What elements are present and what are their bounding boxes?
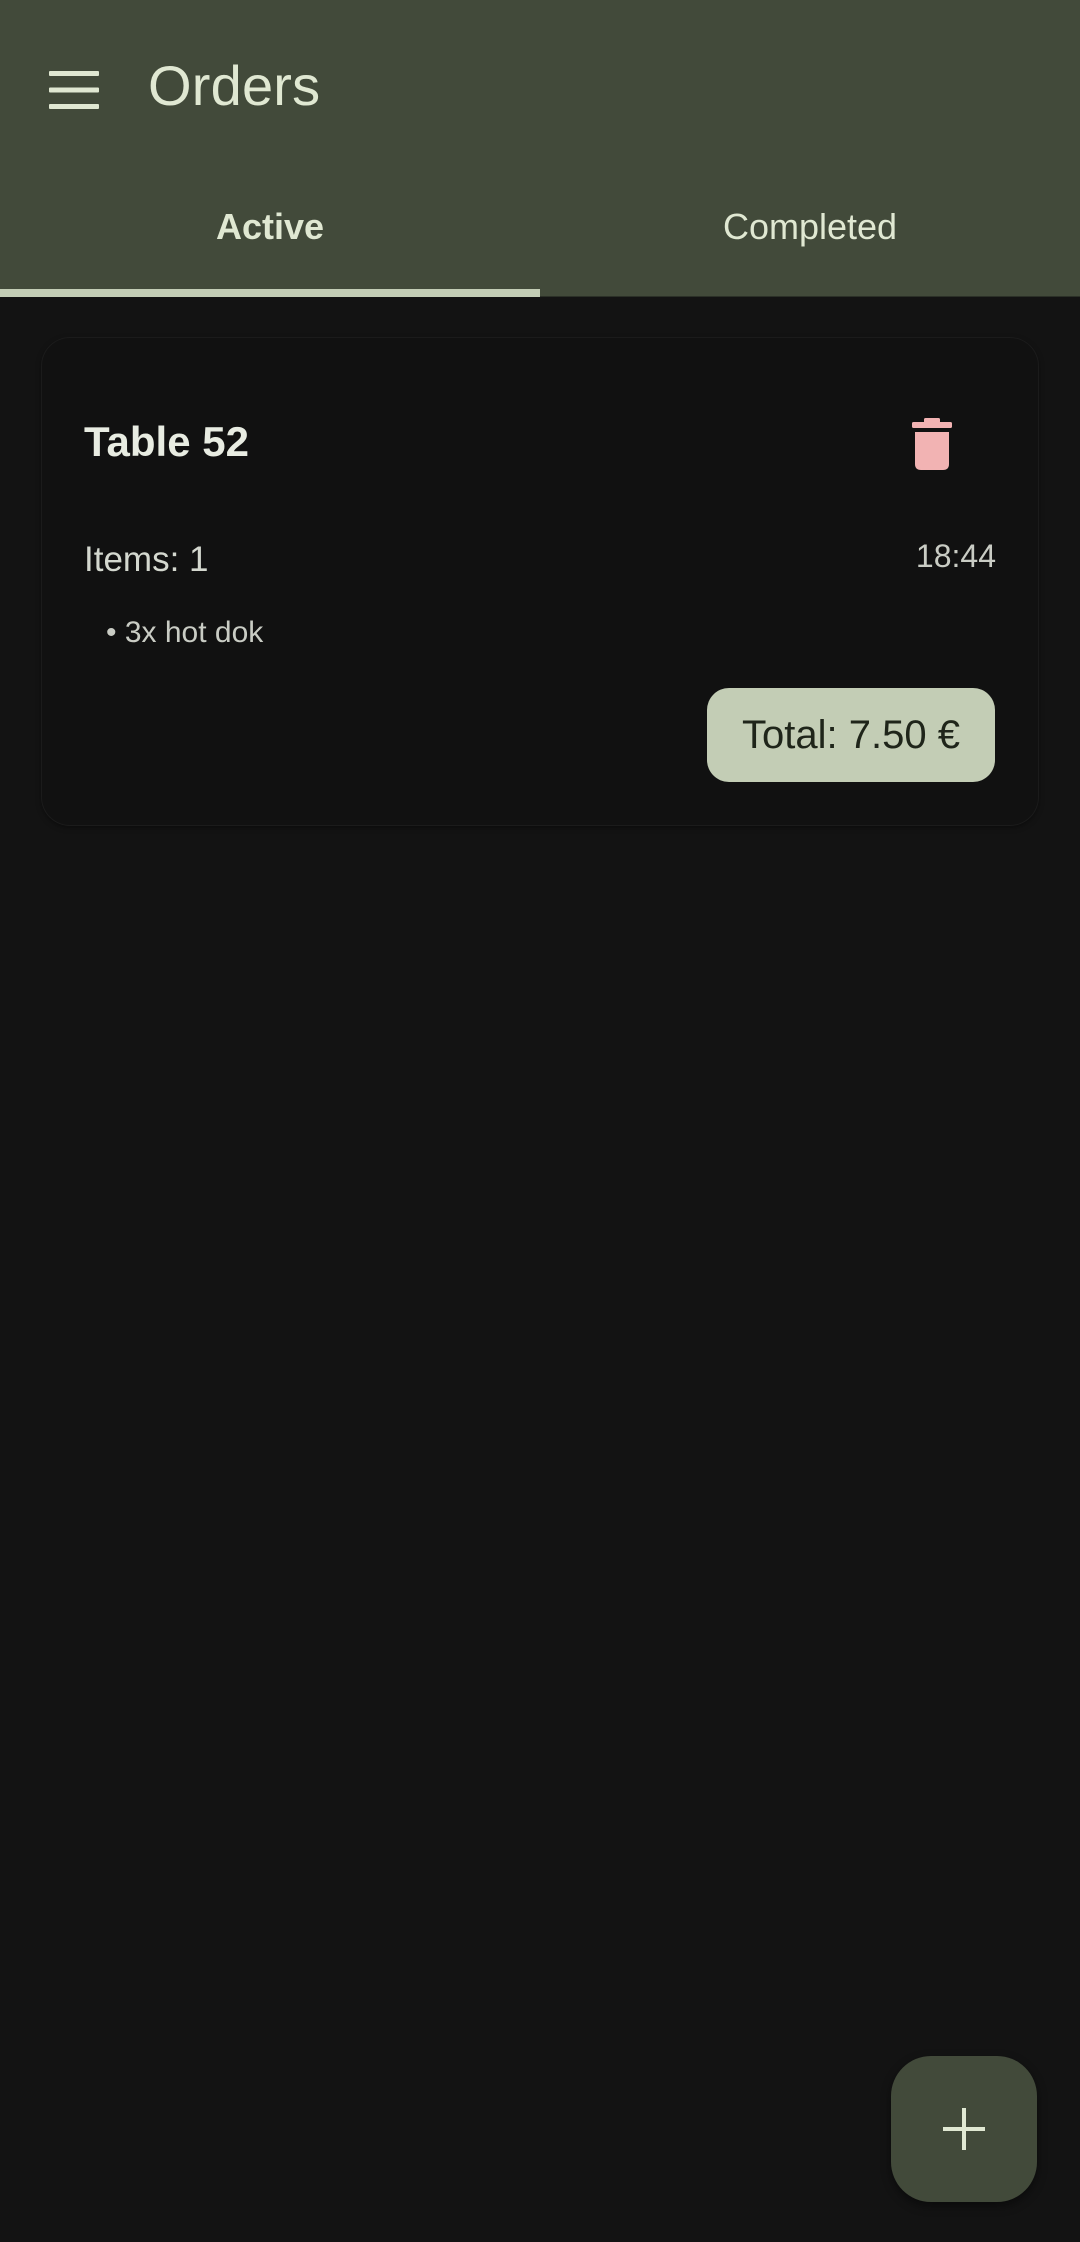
tab-active-label: Active	[215, 205, 325, 247]
order-card[interactable]: Table 52 Items: 1 18:44 • 3x hot dok Tot…	[42, 338, 1038, 825]
order-time: 18:44	[915, 538, 996, 574]
tab-completed-label: Completed	[722, 205, 898, 247]
order-item: • 3x hot dok	[106, 616, 264, 649]
trash-icon	[912, 418, 952, 470]
page-title: Orders	[148, 54, 321, 117]
delete-order-button[interactable]	[892, 404, 972, 484]
orders-screen: Orders Active Completed Table 52 Items: …	[0, 0, 1080, 2242]
add-order-button[interactable]	[891, 2056, 1037, 2202]
order-total-badge: Total: 7.50 €	[707, 688, 995, 782]
order-items-count: Items: 1	[84, 540, 209, 579]
tab-bar: Active Completed	[0, 175, 1080, 297]
top-app-bar: Orders	[0, 0, 1080, 175]
tab-active[interactable]: Active	[0, 175, 540, 297]
tab-selected-indicator	[0, 289, 540, 297]
plus-icon	[943, 2108, 985, 2150]
hamburger-menu-icon	[49, 71, 99, 109]
menu-button[interactable]	[34, 50, 114, 130]
order-table-title: Table 52	[84, 418, 249, 465]
order-total-label: Total: 7.50 €	[742, 712, 960, 757]
tab-completed[interactable]: Completed	[540, 175, 1080, 296]
